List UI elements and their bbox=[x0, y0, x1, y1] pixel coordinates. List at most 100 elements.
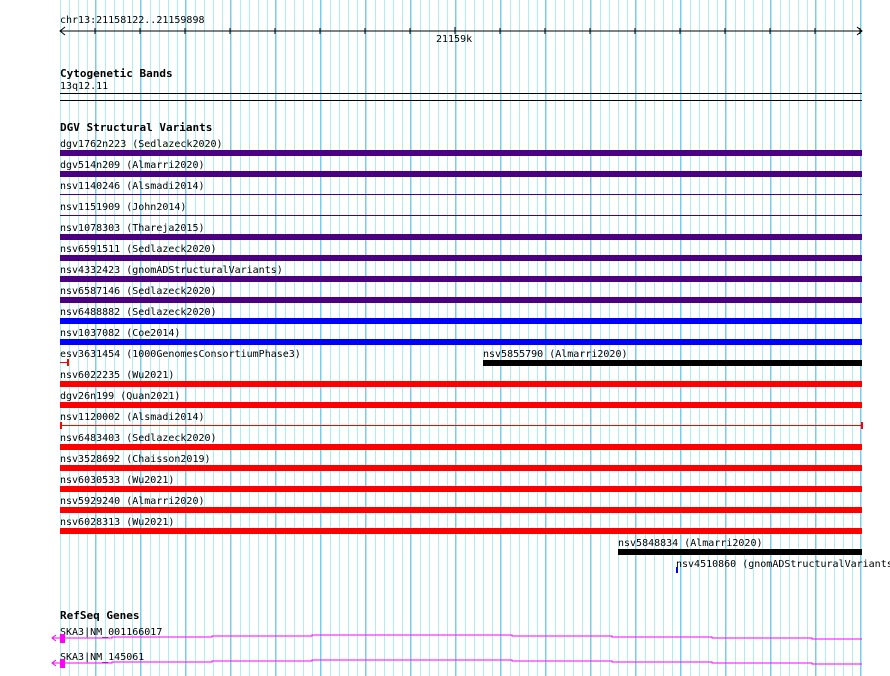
sv-feature-bar[interactable] bbox=[60, 318, 862, 324]
grid-line-minor bbox=[537, 0, 538, 676]
grid-line-minor bbox=[231, 0, 232, 676]
sv-feature-label[interactable]: dgv514n209 (Almarri2020) bbox=[60, 160, 205, 171]
grid-line-minor bbox=[645, 0, 646, 676]
sv-feature-label[interactable]: nsv4332423 (gnomADStructuralVariants) bbox=[60, 265, 283, 276]
sv-feature-bar[interactable] bbox=[60, 215, 862, 216]
grid-line-minor bbox=[672, 0, 673, 676]
sv-feature-label[interactable]: dgv26n199 (Quan2021) bbox=[60, 391, 180, 402]
ruler-tick-label: 21159k bbox=[436, 34, 473, 45]
sv-feature-bar[interactable] bbox=[60, 425, 862, 426]
sv-end-marker bbox=[861, 422, 863, 429]
grid-line-minor bbox=[555, 0, 556, 676]
gene-model bbox=[51, 634, 862, 643]
grid-line-minor bbox=[402, 0, 403, 676]
sv-feature-label[interactable]: nsv5855790 (Almarri2020) bbox=[483, 349, 628, 360]
grid-line-minor bbox=[312, 0, 313, 676]
grid-line-minor bbox=[465, 0, 466, 676]
grid-line-minor bbox=[492, 0, 493, 676]
grid-line-minor bbox=[861, 0, 862, 676]
sv-feature-bar[interactable] bbox=[60, 276, 862, 282]
sv-end-marker bbox=[60, 422, 62, 429]
sv-feature-label[interactable]: nsv5848834 (Almarri2020) bbox=[618, 538, 763, 549]
sv-feature-label[interactable]: nsv6483403 (Sedlazeck2020) bbox=[60, 433, 217, 444]
sv-feature-label[interactable]: nsv6022235 (Wu2021) bbox=[60, 370, 174, 381]
grid-line-minor bbox=[195, 0, 196, 676]
sv-feature-bar[interactable] bbox=[60, 381, 862, 387]
grid-line-minor bbox=[591, 0, 592, 676]
grid-line-minor bbox=[546, 0, 547, 676]
sv-feature-bar[interactable] bbox=[60, 507, 862, 513]
grid-line-minor bbox=[393, 0, 394, 676]
grid-line-minor bbox=[375, 0, 376, 676]
grid-line-minor bbox=[609, 0, 610, 676]
sv-feature-bar[interactable] bbox=[60, 150, 862, 156]
grid-line-major bbox=[500, 0, 501, 676]
grid-line-major bbox=[545, 0, 546, 676]
grid-line-major bbox=[770, 0, 771, 676]
sv-feature-bar[interactable] bbox=[60, 171, 862, 177]
grid-line-minor bbox=[510, 0, 511, 676]
sv-feature-label[interactable]: nsv1140246 (Alsmadi2014) bbox=[60, 181, 205, 192]
sv-feature-bar[interactable] bbox=[60, 194, 862, 195]
grid-line-minor bbox=[825, 0, 826, 676]
sv-feature-label[interactable]: nsv5929240 (Almarri2020) bbox=[60, 496, 205, 507]
sv-feature-label[interactable]: nsv6028313 (Wu2021) bbox=[60, 517, 174, 528]
grid-line-minor bbox=[213, 0, 214, 676]
grid-line-major bbox=[635, 0, 636, 676]
sv-feature-label[interactable]: nsv4510860 (gnomADStructuralVariants bbox=[676, 559, 890, 570]
grid-line-minor bbox=[717, 0, 718, 676]
grid-line-minor bbox=[411, 0, 412, 676]
grid-line-minor bbox=[303, 0, 304, 676]
grid-line-minor bbox=[627, 0, 628, 676]
sv-feature-bar[interactable] bbox=[60, 444, 862, 450]
sv-feature-bar[interactable] bbox=[60, 339, 862, 345]
sv-feature-label[interactable]: nsv6488882 (Sedlazeck2020) bbox=[60, 307, 217, 318]
sv-feature-label[interactable]: nsv6591511 (Sedlazeck2020) bbox=[60, 244, 217, 255]
exon bbox=[60, 659, 65, 668]
genome-browser-view[interactable]: chr13:21158122..21159898 21159k Cytogene… bbox=[0, 0, 890, 676]
grid-line-minor bbox=[564, 0, 565, 676]
grid-line-minor bbox=[744, 0, 745, 676]
sv-feature-label[interactable]: nsv1151909 (John2014) bbox=[60, 202, 186, 213]
sv-feature-label[interactable]: nsv6030533 (Wu2021) bbox=[60, 475, 174, 486]
sv-feature-label[interactable]: esv3631454 (1000GenomesConsortiumPhase3) bbox=[60, 349, 301, 360]
grid-line-minor bbox=[447, 0, 448, 676]
sv-feature-bar[interactable] bbox=[60, 465, 862, 471]
grid-line-minor bbox=[330, 0, 331, 676]
sv-feature-bar[interactable] bbox=[60, 402, 862, 408]
sv-feature-bar[interactable] bbox=[483, 360, 862, 366]
grid-line-minor bbox=[258, 0, 259, 676]
grid-line-minor bbox=[699, 0, 700, 676]
cytoband-bar[interactable] bbox=[60, 93, 862, 94]
sv-feature-label[interactable]: dgv1762n223 (Sedlazeck2020) bbox=[60, 139, 223, 150]
sv-feature-label[interactable]: nsv1037082 (Coe2014) bbox=[60, 328, 180, 339]
exon bbox=[60, 634, 65, 643]
grid-line-minor bbox=[789, 0, 790, 676]
sv-feature-bar[interactable] bbox=[618, 549, 862, 555]
sv-feature-bar[interactable] bbox=[60, 297, 862, 303]
track-divider bbox=[60, 100, 862, 101]
grid-line-minor bbox=[807, 0, 808, 676]
grid-line-minor bbox=[438, 0, 439, 676]
grid-line-minor bbox=[681, 0, 682, 676]
grid-line-minor bbox=[771, 0, 772, 676]
grid-line-minor bbox=[501, 0, 502, 676]
grid-line-minor bbox=[267, 0, 268, 676]
grid-line-minor bbox=[285, 0, 286, 676]
sv-feature-label[interactable]: nsv1120002 (Alsmadi2014) bbox=[60, 412, 205, 423]
grid-line-minor bbox=[753, 0, 754, 676]
cytoband-label[interactable]: 13q12.11 bbox=[60, 81, 108, 92]
sv-feature-label[interactable]: nsv6587146 (Sedlazeck2020) bbox=[60, 286, 217, 297]
sv-feature-bar[interactable] bbox=[60, 234, 862, 240]
sv-feature-label[interactable]: nsv1078303 (Thareja2015) bbox=[60, 223, 205, 234]
grid-line-minor bbox=[249, 0, 250, 676]
sv-feature-bar[interactable] bbox=[676, 567, 678, 573]
grid-line-minor bbox=[762, 0, 763, 676]
refseq-track-title: RefSeq Genes bbox=[60, 609, 140, 622]
grid-line-minor bbox=[348, 0, 349, 676]
sv-feature-bar[interactable] bbox=[60, 486, 862, 492]
grid-line-minor bbox=[366, 0, 367, 676]
sv-feature-bar[interactable] bbox=[60, 528, 862, 534]
sv-feature-bar[interactable] bbox=[60, 255, 862, 261]
sv-feature-label[interactable]: nsv3528692 (Chaisson2019) bbox=[60, 454, 211, 465]
